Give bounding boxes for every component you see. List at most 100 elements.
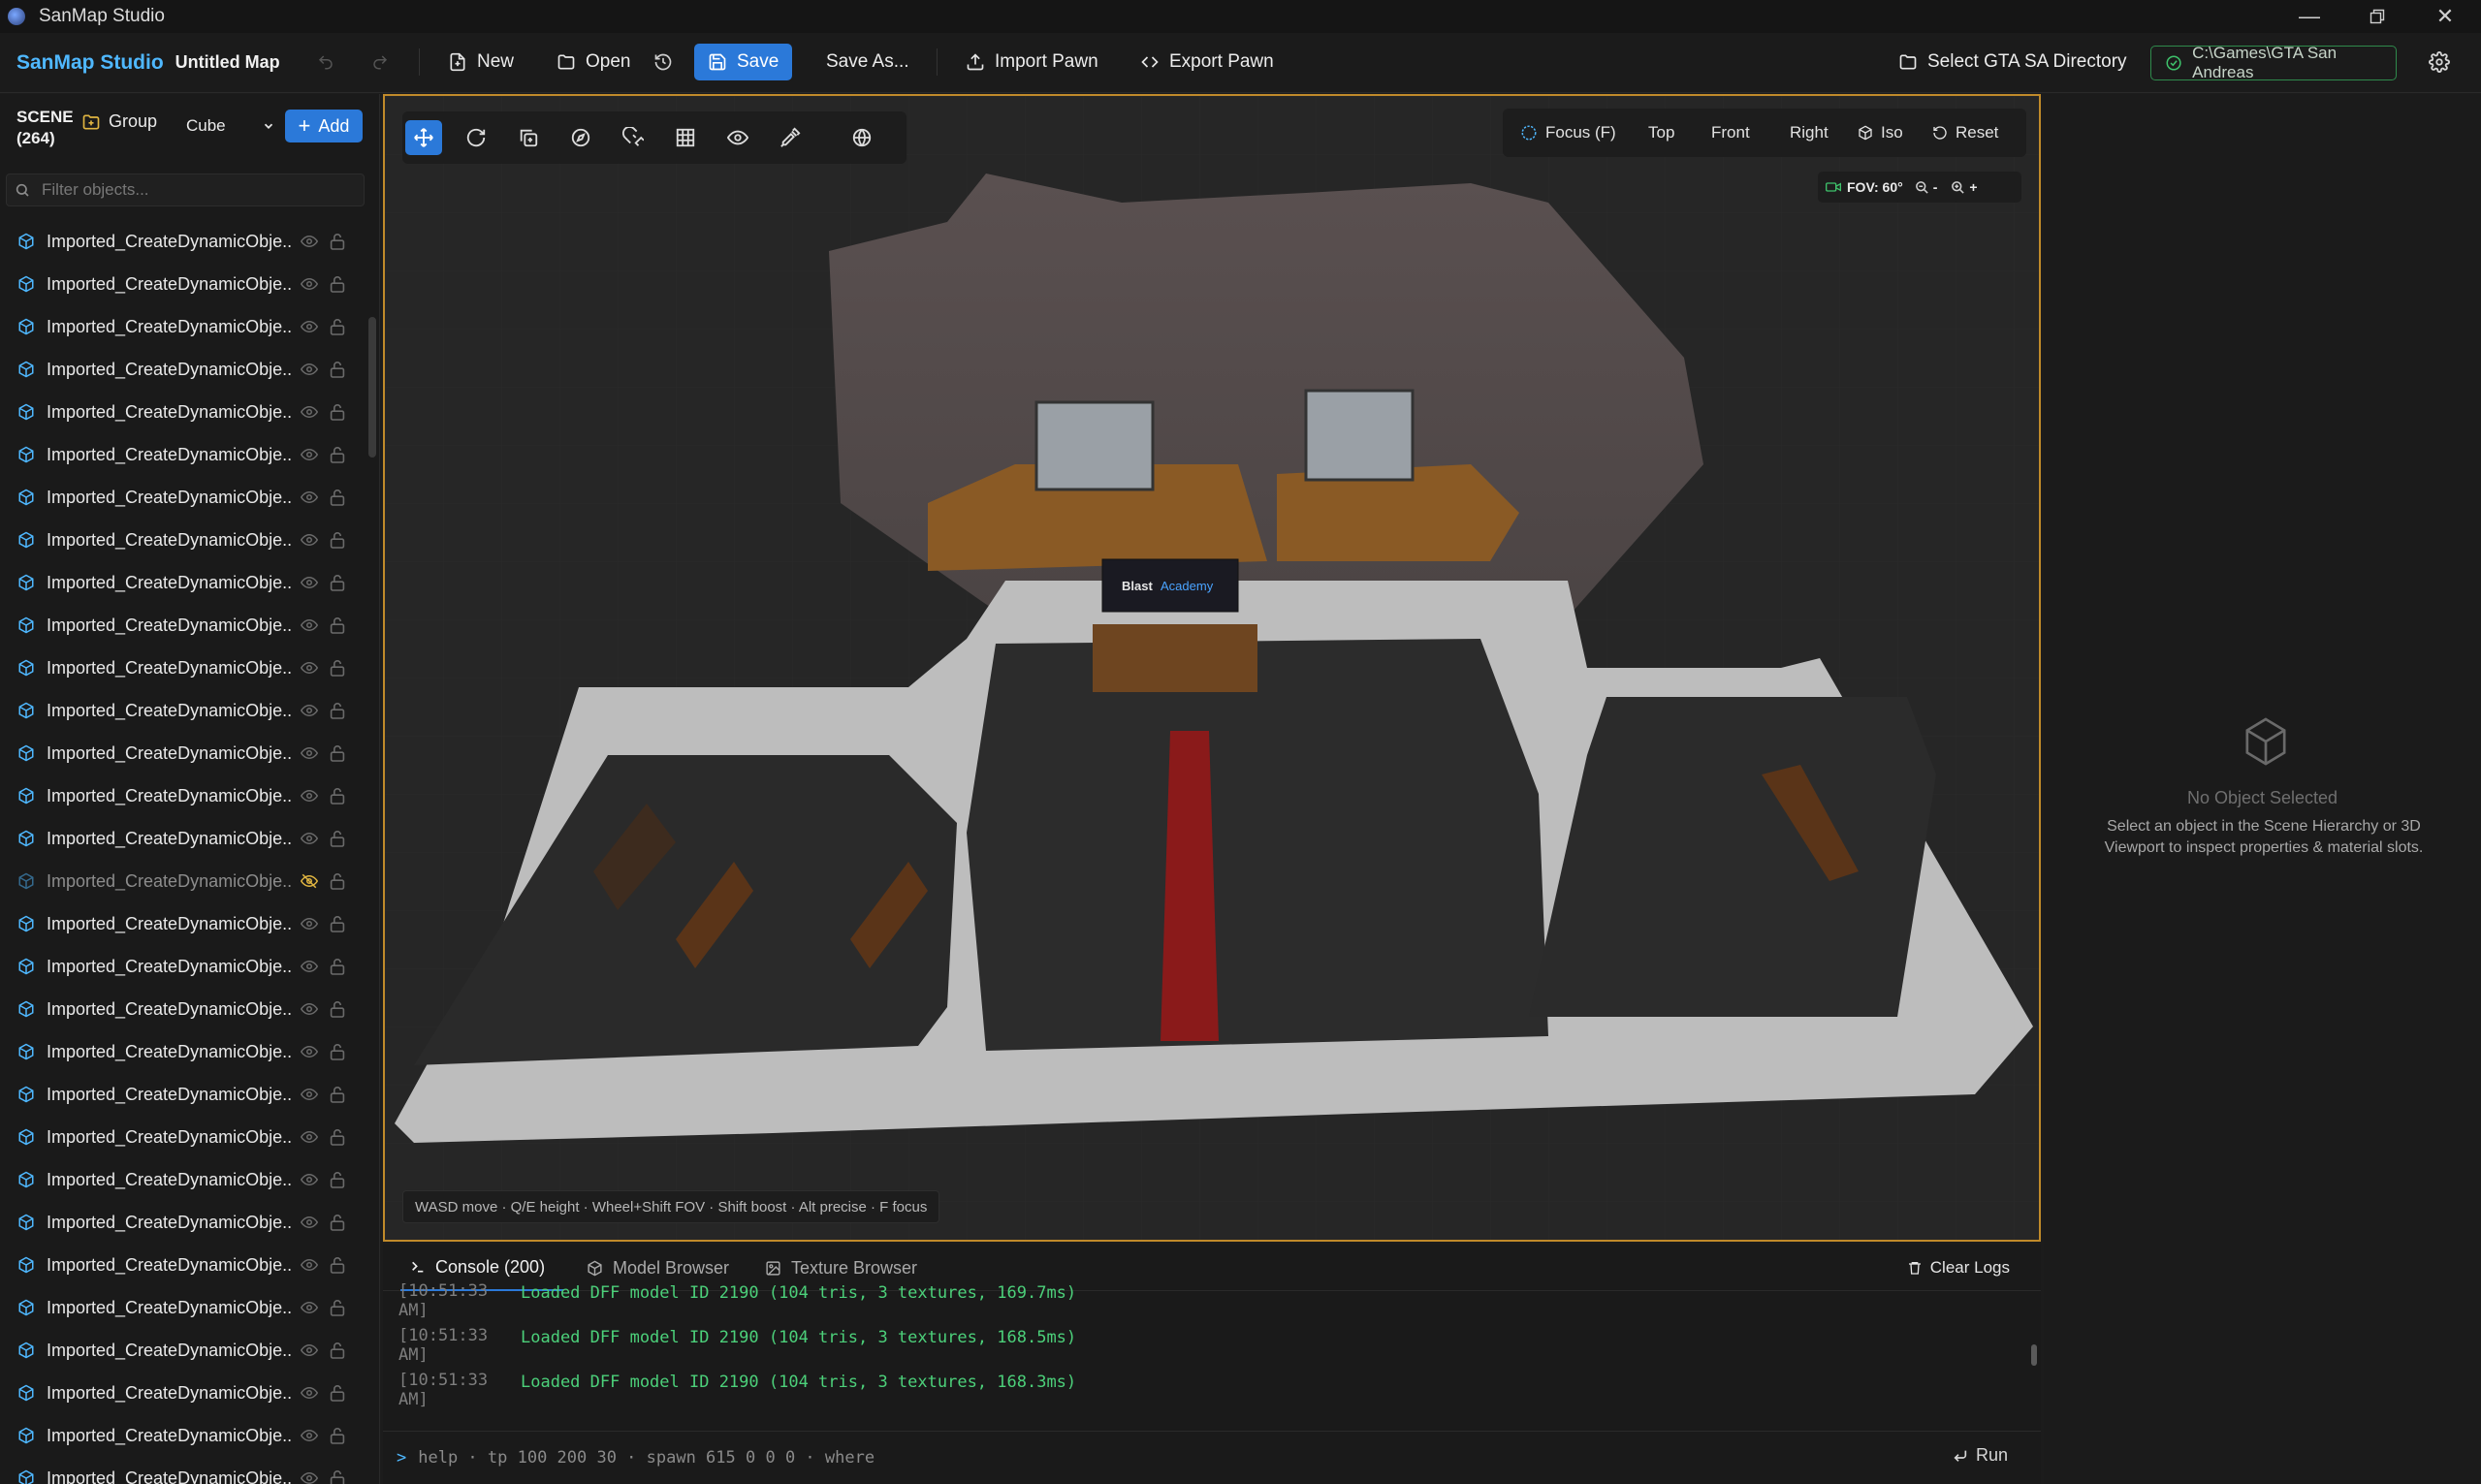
map-name[interactable]: Untitled Map [175,52,280,73]
eye-icon[interactable] [301,1256,318,1274]
eye-icon[interactable] [301,403,318,421]
redo-icon[interactable] [365,47,396,78]
reset-view-button[interactable]: Reset [1932,109,1998,157]
unlock-icon[interactable] [330,957,345,976]
list-item[interactable]: Imported_CreateDynamicObje... [0,1372,368,1414]
unlock-icon[interactable] [330,1255,345,1275]
unlock-icon[interactable] [330,317,345,336]
globe-icon[interactable] [843,120,880,155]
rotate-tool-icon[interactable] [458,120,494,155]
eye-icon[interactable] [301,1043,318,1060]
eye-off-icon[interactable] [301,872,318,890]
unlock-icon[interactable] [330,829,345,848]
primitive-select[interactable]: Cube [184,111,277,141]
eye-icon[interactable] [301,1214,318,1231]
eye-icon[interactable] [301,702,318,719]
list-item[interactable]: Imported_CreateDynamicObje... [0,817,368,860]
eye-icon[interactable] [301,1128,318,1146]
eye-icon[interactable] [301,275,318,293]
list-item[interactable]: Imported_CreateDynamicObje... [0,1158,368,1201]
top-view-button[interactable]: Top [1648,109,1674,157]
unlock-icon[interactable] [330,402,345,422]
unlock-icon[interactable] [330,658,345,678]
list-item[interactable]: Imported_CreateDynamicObje... [0,1116,368,1158]
object-list-scrollbar[interactable] [368,317,376,458]
restore-icon[interactable] [2343,0,2411,33]
unlock-icon[interactable] [330,786,345,805]
eye-icon[interactable] [301,830,318,847]
eye-icon[interactable] [301,659,318,677]
unlock-icon[interactable] [330,530,345,550]
visibility-eye-icon[interactable] [719,120,756,155]
list-item[interactable]: Imported_CreateDynamicObje... [0,945,368,988]
iso-view-button[interactable]: Iso [1858,109,1903,157]
right-view-button[interactable]: Right [1790,109,1829,157]
new-button[interactable]: New [434,44,527,80]
undo-icon[interactable] [310,47,341,78]
list-item[interactable]: Imported_CreateDynamicObje... [0,1457,368,1484]
list-item[interactable]: Imported_CreateDynamicObje... [0,519,368,561]
unlock-icon[interactable] [330,871,345,891]
unlock-icon[interactable] [330,999,345,1019]
eye-icon[interactable] [301,446,318,463]
list-item[interactable]: Imported_CreateDynamicObje... [0,689,368,732]
unlock-icon[interactable] [330,360,345,379]
focus-view-button[interactable]: Focus (F) [1520,109,1616,157]
minimize-icon[interactable]: — [2275,0,2343,33]
filter-objects-input[interactable]: Filter objects... [6,174,365,206]
eye-icon[interactable] [301,489,318,506]
unlock-icon[interactable] [330,445,345,464]
eye-icon[interactable] [301,1000,318,1018]
save-as-button[interactable]: Save As... [812,44,923,80]
command-input[interactable]: > help · tp 100 200 30 · spawn 615 0 0 0… [383,1431,2041,1484]
group-button[interactable]: Group [81,111,157,132]
unlock-icon[interactable] [330,1042,345,1061]
list-item[interactable]: Imported_CreateDynamicObje... [0,263,368,305]
eye-icon[interactable] [301,1427,318,1444]
unlock-icon[interactable] [330,1341,345,1360]
list-item[interactable]: Imported_CreateDynamicObje... [0,1414,368,1457]
console-log-output[interactable]: [10:51:33 AM] Loaded DFF model ID 2190 (1… [383,1281,2031,1417]
add-object-button[interactable]: + Add [285,110,363,142]
eye-icon[interactable] [301,1342,318,1359]
grid-icon[interactable] [667,120,704,155]
export-pawn-button[interactable]: Export Pawn [1127,44,1288,80]
unlock-icon[interactable] [330,1426,345,1445]
unlock-icon[interactable] [330,1298,345,1317]
unlock-icon[interactable] [330,616,345,635]
open-button[interactable]: Open [543,44,644,80]
eye-icon[interactable] [301,361,318,378]
unlock-icon[interactable] [330,1213,345,1232]
list-item[interactable]: Imported_CreateDynamicObje... [0,220,368,263]
unlock-icon[interactable] [330,914,345,933]
move-tool-icon[interactable] [405,120,442,155]
unlock-icon[interactable] [330,1127,345,1147]
compass-icon[interactable] [562,120,599,155]
save-button[interactable]: Save [694,44,793,80]
console-scrollbar[interactable] [2031,1344,2037,1366]
select-directory-button[interactable]: Select GTA SA Directory [1885,44,2141,80]
eye-icon[interactable] [301,915,318,932]
eye-icon[interactable] [301,787,318,805]
unlock-icon[interactable] [330,743,345,763]
list-item[interactable]: Imported_CreateDynamicObje... [0,561,368,604]
close-icon[interactable]: ✕ [2411,0,2479,33]
list-item[interactable]: Imported_CreateDynamicObje... [0,860,368,902]
unlock-icon[interactable] [330,1085,345,1104]
history-icon[interactable] [648,47,679,78]
unlock-icon[interactable] [330,1468,345,1484]
settings-gear-icon[interactable] [2424,47,2455,78]
unlock-icon[interactable] [330,573,345,592]
zoom-in-icon[interactable] [1951,180,1965,195]
fov-increase-icon[interactable]: + [1969,179,1977,195]
unlock-icon[interactable] [330,1170,345,1189]
3d-viewport[interactable]: Blast Academy Focus (F) Top Front Right … [383,94,2041,1242]
eye-icon[interactable] [301,1171,318,1188]
directory-status[interactable]: C:\Games\GTA San Andreas [2150,44,2397,81]
list-item[interactable]: Imported_CreateDynamicObje... [0,1030,368,1073]
list-item[interactable]: Imported_CreateDynamicObje... [0,604,368,647]
list-item[interactable]: Imported_CreateDynamicObje... [0,1286,368,1329]
list-item[interactable]: Imported_CreateDynamicObje... [0,902,368,945]
list-item[interactable]: Imported_CreateDynamicObje... [0,1244,368,1286]
list-item[interactable]: Imported_CreateDynamicObje... [0,647,368,689]
